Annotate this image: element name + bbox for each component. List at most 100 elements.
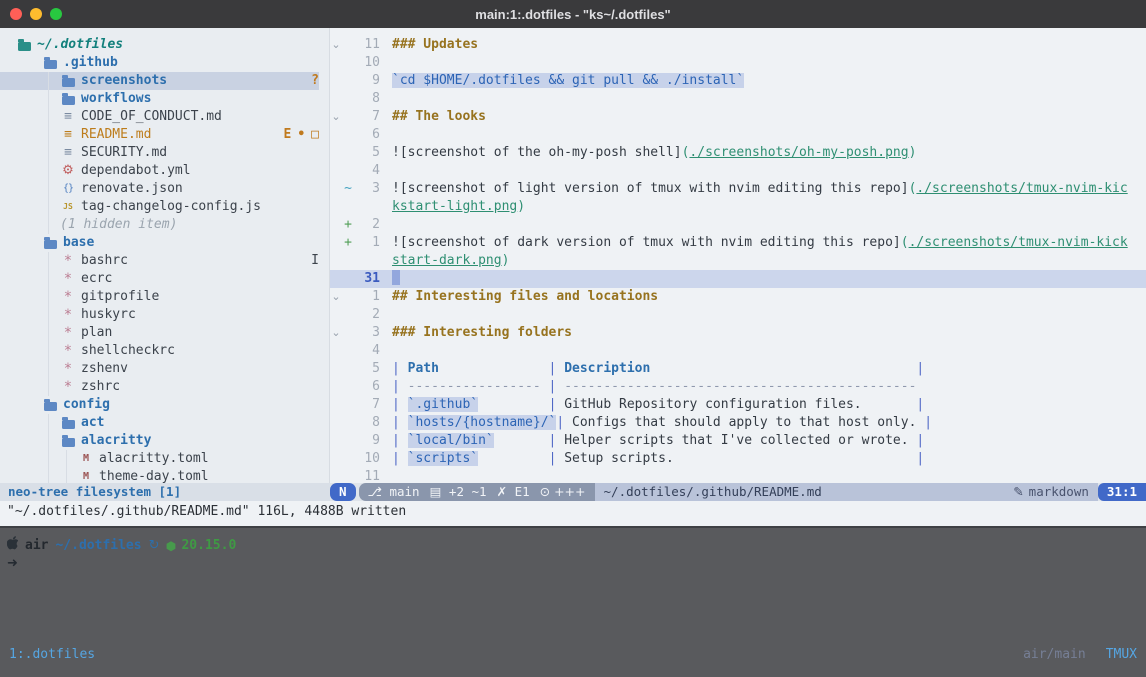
tmux-badge: TMUX [1106,646,1137,664]
tree-item-github[interactable]: .github [0,54,319,72]
branch-name: main [389,484,419,499]
editor-line[interactable]: 2 [330,306,1146,324]
tree-item-alacritty-toml[interactable]: alacritty.toml [0,450,319,468]
editor-line-wrap[interactable]: kstart-light.png) [330,198,1146,216]
tree-item-alacritty[interactable]: alacritty [0,432,319,450]
prompt-user: air [25,537,48,555]
folder-icon [42,401,58,410]
editor-line-wrap[interactable]: start-dark.png) [330,252,1146,270]
dotfile-icon [60,288,76,306]
fold-icon[interactable]: ⌄ [330,36,342,54]
tree-item-security[interactable]: SECURITY.md [0,144,319,162]
tree-item-theme-day-toml[interactable]: theme-day.toml [0,468,319,483]
line-number: 4 [354,342,380,360]
dotfile-icon [60,306,76,324]
toml-file-icon [78,468,94,483]
editor-line[interactable]: 10 [330,54,1146,72]
tree-item-act[interactable]: act [0,414,319,432]
editor-line[interactable]: 11 [330,468,1146,483]
line-text: kstart-light.png) [380,198,525,216]
editor-line[interactable]: 8 [330,90,1146,108]
editor-line[interactable]: 6 [330,126,1146,144]
neotree-sidebar: ~/.dotfiles .github screenshots? workflo… [0,28,330,483]
tree-item-ecrc[interactable]: ecrc [0,270,319,288]
editor-buffer[interactable]: ⌄11### Updates 10 9`cd $HOME/.dotfiles &… [330,28,1146,483]
markdown-link[interactable]: ./screenshots/tmux-nvim-kick [909,235,1128,250]
diagnostics-count: E1 [515,484,530,499]
markdown-file-icon [60,108,76,126]
line-number: 7 [354,108,380,126]
line-number: 10 [354,54,380,72]
dotfile-icon [60,252,76,270]
folder-open-icon [16,41,32,50]
diff-icon: ▤ [430,484,442,499]
editor-line[interactable]: 9`cd $HOME/.dotfiles && git pull && ./in… [330,72,1146,90]
shell-prompt: air ~/.dotfiles ↻ 20.15.0 [0,537,1146,555]
tree-item-screenshots[interactable]: screenshots? [0,72,319,90]
tree-item-code-of-conduct[interactable]: CODE_OF_CONDUCT.md [0,108,319,126]
editor-line[interactable]: 7| `.github` | GitHub Repository configu… [330,396,1146,414]
tree-item-base[interactable]: base [0,234,319,252]
dotfile-icon [60,324,76,342]
fold-icon[interactable]: ⌄ [330,288,342,306]
line-text [380,270,400,288]
tree-item-dependabot[interactable]: dependabot.yml [0,162,319,180]
git-add-sign: + [342,216,354,234]
folder-icon [60,437,76,446]
markdown-link[interactable]: ./screenshots/tmux-nvim-kic [916,181,1127,196]
editor-line[interactable]: ⌄7## The looks [330,108,1146,126]
tree-item-hidden-count[interactable]: (1 hidden item) [0,216,319,234]
tree-item-readme[interactable]: README.mdE•□ [0,126,319,144]
markdown-link[interactable]: kstart-light.png [392,199,517,214]
editor-line[interactable]: 5| Path | Description | [330,360,1146,378]
line-number: 9 [354,432,380,450]
line-text: | `.github` | GitHub Repository configur… [380,396,924,414]
neotree-statusline: neo-tree filesystem [1] [0,483,330,501]
editor-line[interactable]: 10| `scripts` | Setup scripts. | [330,450,1146,468]
editor-line[interactable]: 5![screenshot of the oh-my-posh shell](.… [330,144,1146,162]
editor-line[interactable]: +2 [330,216,1146,234]
yaml-file-icon [60,162,76,180]
editor-line[interactable]: 9| `local/bin` | Helper scripts that I'v… [330,432,1146,450]
prompt-path: ~/.dotfiles [55,537,141,555]
tree-item-bashrc[interactable]: bashrcI [0,252,319,270]
tmux-window-label[interactable]: 1:.dotfiles [9,646,95,664]
editor-line[interactable]: 4 [330,342,1146,360]
markdown-link[interactable]: ./screenshots/oh-my-posh.png [689,145,908,160]
line-text: ![screenshot of dark version of tmux wit… [380,234,1128,252]
tree-item-root[interactable]: ~/.dotfiles [0,36,319,54]
editor-line[interactable]: ⌄1## Interesting files and locations [330,288,1146,306]
markdown-link[interactable]: start-dark.png [392,253,502,268]
editor-line[interactable]: 6| ----------------- | -----------------… [330,378,1146,396]
unstaged-square-badge: □ [311,126,319,144]
tree-item-tag-changelog[interactable]: tag-changelog-config.js [0,198,319,216]
line-number: 11 [354,468,380,483]
statusline: N ⎇ main▤ +2 ~1✗ E1⊙ +++ ~/.dotfiles/.gi… [330,483,1146,501]
line-text: | Path | Description | [380,360,924,378]
line-text: | ----------------- | ------------------… [380,378,916,396]
tree-item-shellcheckrc[interactable]: shellcheckrc [0,342,319,360]
shell-pane[interactable]: air ~/.dotfiles ↻ 20.15.0 ➜ 1:.dotfiles … [0,528,1146,677]
editor-line[interactable]: +1![screenshot of dark version of tmux w… [330,234,1146,252]
editor-line[interactable]: 4 [330,162,1146,180]
fold-icon[interactable]: ⌄ [330,324,342,342]
tree-item-gitprofile[interactable]: gitprofile [0,288,319,306]
editor-line[interactable]: ~3![screenshot of light version of tmux … [330,180,1146,198]
tree-item-zshenv[interactable]: zshenv [0,360,319,378]
tree-item-zshrc[interactable]: zshrc [0,378,319,396]
git-add-sign: + [342,234,354,252]
line-text: | `hosts/{hostname}/`| Configs that shou… [380,414,932,432]
editor-line[interactable]: ⌄11### Updates [330,36,1146,54]
editor-line[interactable]: ⌄3### Interesting folders [330,324,1146,342]
editor-cursor-line[interactable]: 31 [330,270,1146,288]
tree-item-renovate[interactable]: renovate.json [0,180,319,198]
tree-item-workflows[interactable]: workflows [0,90,319,108]
editor-line[interactable]: 8| `hosts/{hostname}/`| Configs that sho… [330,414,1146,432]
fold-icon[interactable]: ⌄ [330,108,342,126]
tree-item-config[interactable]: config [0,396,319,414]
branch-icon: ⎇ [368,484,382,499]
tree-item-huskyrc[interactable]: huskyrc [0,306,319,324]
folder-icon [60,419,76,428]
window-title: main:1:.dotfiles - "ks~/.dotfiles" [0,7,1146,22]
tree-item-plan[interactable]: plan [0,324,319,342]
